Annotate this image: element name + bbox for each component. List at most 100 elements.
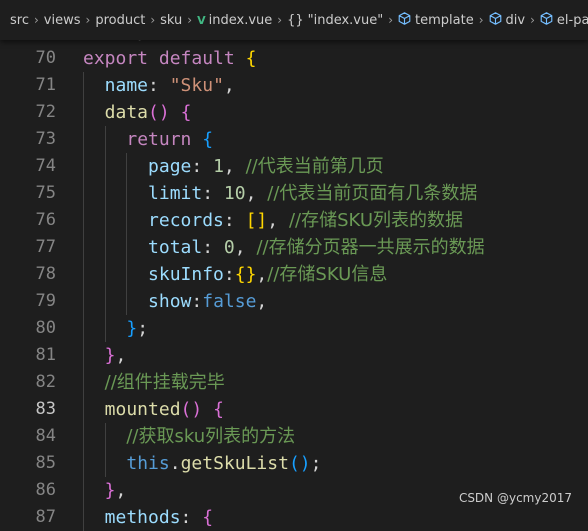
- code-text: total: 0, //存储分页器一共展示的数据: [148, 234, 485, 261]
- code-text: };: [126, 315, 148, 342]
- indent-guide: [83, 126, 84, 153]
- code-text: mounted() {: [105, 396, 224, 423]
- code-line[interactable]: 85 this.getSkuList();: [0, 450, 588, 477]
- indent-guide: [126, 207, 128, 234]
- breadcrumb-separator-icon: ›: [388, 13, 394, 27]
- code-token: //存储SKU信息: [267, 264, 388, 285]
- code-line[interactable]: 87 methods: {: [0, 504, 588, 531]
- code-line[interactable]: 73 return {: [0, 126, 588, 153]
- breadcrumb-item[interactable]: product: [95, 13, 145, 28]
- code-line[interactable]: 70 export default {: [0, 45, 588, 72]
- code-token: {: [245, 48, 257, 69]
- indent-guide: [126, 234, 128, 261]
- breadcrumb-label: index.vue: [208, 12, 273, 28]
- indent-guide: [83, 153, 84, 180]
- code-token: (): [180, 399, 203, 420]
- code-line[interactable]: 75 limit: 10, //代表当前页面有几条数据: [0, 180, 588, 207]
- code-token: ,: [115, 345, 127, 366]
- breadcrumb-item[interactable]: src: [10, 13, 29, 28]
- indent-guide: [104, 288, 106, 315]
- line-number: 85: [35, 453, 56, 473]
- braces-icon: {}: [287, 12, 304, 28]
- code-token: getSkuList: [180, 453, 289, 474]
- indent-guide: [83, 234, 84, 261]
- code-line[interactable]: 79 show:false,: [0, 288, 588, 315]
- indent-guide: [126, 288, 128, 315]
- code-line[interactable]: 72 data() {: [0, 99, 588, 126]
- code-token: (): [288, 453, 311, 474]
- code-token: //代表当前第几页: [245, 156, 384, 177]
- breadcrumb-item[interactable]: views: [44, 13, 81, 28]
- code-token: ;: [137, 318, 149, 339]
- code-token: {: [180, 102, 192, 123]
- breadcrumb: src › views › product › sku › Vindex.vue › {} "inde…: [0, 0, 588, 40]
- breadcrumb-separator-icon: ›: [150, 13, 156, 27]
- code-token: 1: [213, 156, 224, 177]
- code-token: skuInfo: [148, 264, 224, 285]
- indent-guide: [104, 315, 106, 342]
- code-token: :: [191, 156, 214, 177]
- code-token: :: [202, 183, 224, 204]
- code-line[interactable]: 71 name: "Sku",: [0, 72, 588, 99]
- breadcrumb-separator-icon: ›: [33, 13, 39, 27]
- breadcrumb-item[interactable]: el-pagina: [540, 11, 588, 29]
- breadcrumb-label: product: [95, 12, 146, 28]
- code-token: :: [223, 264, 235, 285]
- code-token: export: [83, 48, 149, 69]
- code-text: export default {: [83, 45, 256, 72]
- breadcrumb-item[interactable]: Vindex.vue: [197, 13, 272, 28]
- code-text: skuInfo:{},//存储SKU信息: [148, 261, 387, 288]
- line-number: 86: [35, 480, 56, 500]
- code-token: show: [148, 291, 192, 312]
- line-number: 82: [35, 372, 56, 392]
- breadcrumb-item[interactable]: div: [489, 11, 525, 29]
- breadcrumb-item[interactable]: template: [398, 11, 474, 29]
- code-token: ,: [267, 210, 289, 231]
- line-number: 87: [35, 507, 56, 527]
- code-token: total: [148, 237, 203, 258]
- code-token: ,: [256, 264, 268, 285]
- code-line[interactable]: 84 //获取sku列表的方法: [0, 423, 588, 450]
- code-editor[interactable]: 69<script>70export default {71name: "Sku…: [0, 18, 588, 531]
- line-number: 80: [35, 318, 56, 338]
- code-line[interactable]: 74 page: 1, //代表当前第几页: [0, 153, 588, 180]
- code-token: :: [202, 237, 224, 258]
- code-line[interactable]: 83 mounted() {: [0, 396, 588, 423]
- line-number: 71: [35, 75, 56, 95]
- code-token: (): [148, 102, 170, 123]
- code-token: methods: [104, 507, 181, 528]
- breadcrumb-item[interactable]: sku: [160, 13, 182, 28]
- code-token: }: [126, 318, 138, 339]
- vue-icon: V: [197, 13, 206, 27]
- breadcrumb-separator-icon: ›: [85, 13, 91, 27]
- code-text: limit: 10, //代表当前页面有几条数据: [148, 180, 477, 207]
- code-line[interactable]: 78 skuInfo:{},//存储SKU信息: [0, 261, 588, 288]
- indent-guide: [104, 234, 106, 261]
- code-text: //组件挂载完毕: [105, 369, 225, 396]
- code-line[interactable]: 81},: [0, 342, 588, 369]
- indent-guide: [83, 369, 84, 396]
- code-token: ;: [310, 453, 322, 474]
- indent-guide: [83, 261, 84, 288]
- breadcrumb-label: "index.vue": [307, 12, 384, 28]
- code-token: data: [104, 102, 149, 123]
- indent-guide: [126, 153, 128, 180]
- code-text: return {: [126, 126, 213, 153]
- code-token: :: [180, 507, 203, 528]
- code-token: //获取sku列表的方法: [126, 426, 296, 447]
- code-token: name: [104, 75, 149, 96]
- code-token: ,: [234, 237, 257, 258]
- indent-guide: [126, 180, 128, 207]
- code-line[interactable]: 82 //组件挂载完毕: [0, 369, 588, 396]
- code-token: ,: [223, 75, 235, 96]
- code-token: records: [148, 210, 224, 231]
- code-line[interactable]: 76 records: [], //存储SKU列表的数据: [0, 207, 588, 234]
- code-line[interactable]: 77 total: 0, //存储分页器一共展示的数据: [0, 234, 588, 261]
- breadcrumb-item[interactable]: {} "index.vue": [287, 13, 383, 28]
- code-line[interactable]: 80};: [0, 315, 588, 342]
- code-token: false: [202, 291, 257, 312]
- indent-guide: [83, 315, 84, 342]
